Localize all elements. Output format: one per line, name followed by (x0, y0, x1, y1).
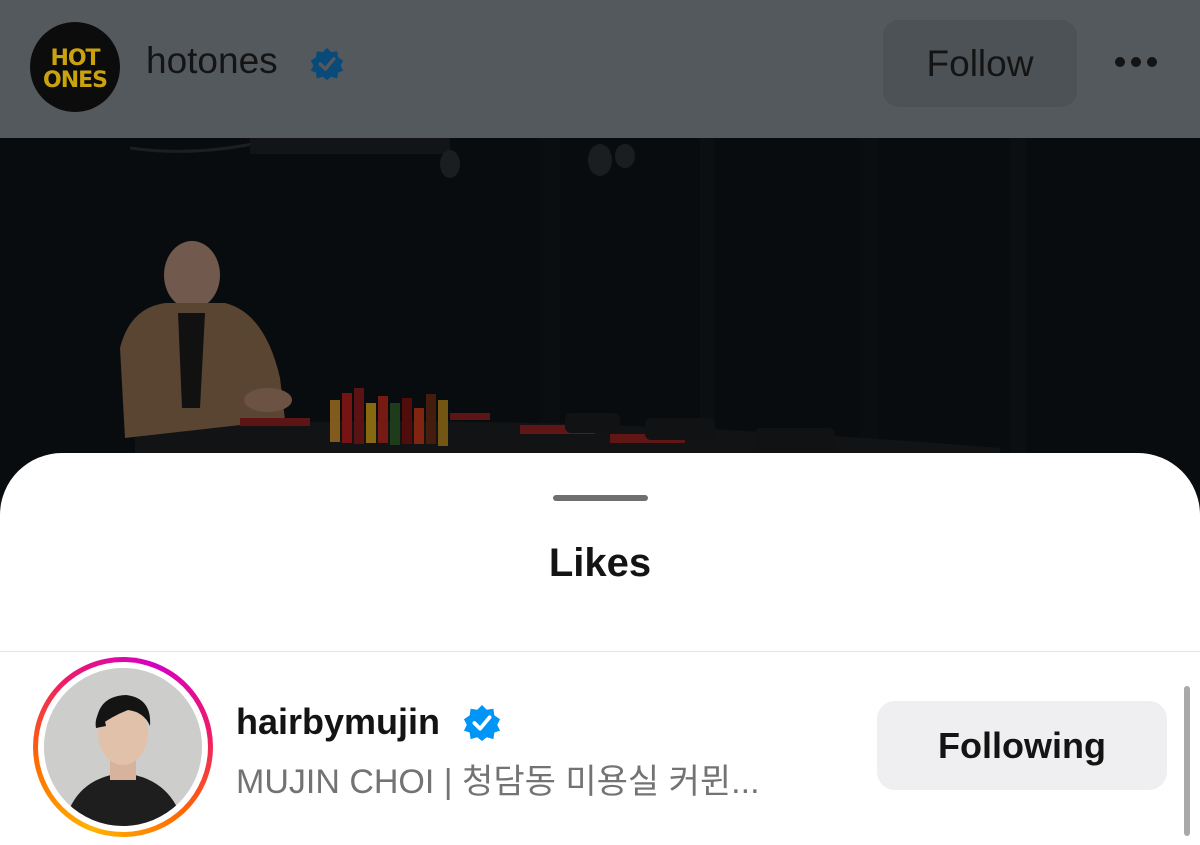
verified-badge-icon (463, 704, 501, 742)
hotones-avatar[interactable]: HOT ONES (30, 22, 120, 112)
logo-text-ones: ONES (43, 68, 108, 93)
post-video[interactable] (0, 138, 1200, 498)
post-username[interactable]: hotones (146, 40, 278, 82)
avatar (44, 668, 202, 826)
list-item[interactable]: hairbymujin MUJIN CHOI | 청담동 미용실 커뮌... F… (0, 652, 1200, 845)
likes-sheet: Likes hairbymujin MUJIN CHOI | 청담동 미용실 커… (0, 453, 1200, 845)
post-header: HOT ONES hotones Follow (0, 0, 1200, 138)
sheet-grabber-handle[interactable] (553, 495, 648, 501)
profile-photo (44, 668, 202, 826)
more-horizontal-icon[interactable] (1110, 52, 1162, 72)
video-frame-image (0, 138, 1200, 498)
follow-button[interactable]: Follow (883, 20, 1077, 107)
liker-full-name: MUJIN CHOI | 청담동 미용실 커뮌... (236, 763, 760, 801)
story-ring[interactable] (33, 657, 213, 837)
scrollbar[interactable] (1184, 686, 1190, 836)
following-button[interactable]: Following (877, 701, 1167, 790)
verified-badge-icon (310, 47, 344, 81)
sheet-title: Likes (548, 541, 652, 585)
liker-username[interactable]: hairbymujin (236, 701, 440, 743)
